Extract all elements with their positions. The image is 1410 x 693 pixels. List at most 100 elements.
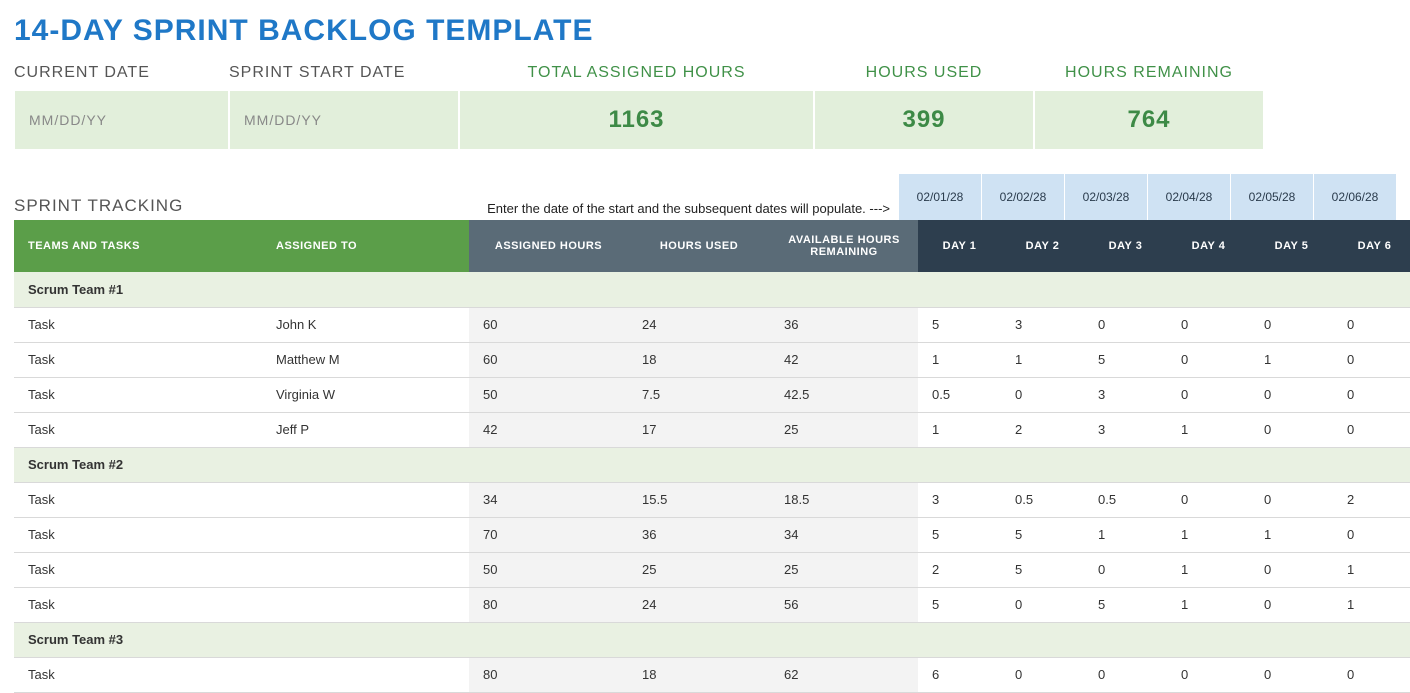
date-cell[interactable]: 02/02/28 xyxy=(981,174,1064,220)
task-cell[interactable]: 80 xyxy=(469,657,628,692)
task-cell[interactable]: 0 xyxy=(1001,377,1084,412)
date-cell[interactable]: 02/04/28 xyxy=(1147,174,1230,220)
task-cell[interactable] xyxy=(262,657,469,692)
empty-cell[interactable] xyxy=(1001,272,1084,307)
task-cell[interactable]: 1 xyxy=(1250,342,1333,377)
task-cell[interactable]: 1 xyxy=(1250,517,1333,552)
empty-cell[interactable] xyxy=(628,272,770,307)
task-cell[interactable]: 6 xyxy=(918,657,1001,692)
task-cell[interactable]: 0 xyxy=(1001,587,1084,622)
task-cell[interactable]: 60 xyxy=(469,307,628,342)
task-cell[interactable]: 0 xyxy=(1250,552,1333,587)
task-cell[interactable]: 0 xyxy=(1250,657,1333,692)
task-cell[interactable]: 80 xyxy=(469,587,628,622)
empty-cell[interactable] xyxy=(469,272,628,307)
empty-cell[interactable] xyxy=(1250,447,1333,482)
task-cell[interactable]: Task xyxy=(14,657,262,692)
task-cell[interactable]: Task xyxy=(14,307,262,342)
empty-cell[interactable] xyxy=(1084,447,1167,482)
empty-cell[interactable] xyxy=(918,447,1001,482)
task-cell[interactable]: 7.5 xyxy=(628,377,770,412)
task-cell[interactable]: 24 xyxy=(628,587,770,622)
task-cell[interactable]: 0.5 xyxy=(1084,482,1167,517)
empty-cell[interactable] xyxy=(262,622,469,657)
task-cell[interactable]: 0 xyxy=(1333,657,1410,692)
task-cell[interactable]: 5 xyxy=(918,307,1001,342)
task-cell[interactable]: 1 xyxy=(1167,412,1250,447)
empty-cell[interactable] xyxy=(1001,622,1084,657)
team-label-cell[interactable]: Scrum Team #3 xyxy=(14,622,262,657)
task-cell[interactable]: 42 xyxy=(770,342,918,377)
task-cell[interactable]: Task xyxy=(14,377,262,412)
task-cell[interactable]: 2 xyxy=(1333,482,1410,517)
task-cell[interactable]: 0.5 xyxy=(1001,482,1084,517)
sprint-start-input[interactable]: MM/DD/YY xyxy=(229,90,459,150)
task-cell[interactable]: 15.5 xyxy=(628,482,770,517)
empty-cell[interactable] xyxy=(628,622,770,657)
task-cell[interactable]: 1 xyxy=(1333,552,1410,587)
task-cell[interactable]: 5 xyxy=(918,517,1001,552)
task-cell[interactable]: 0 xyxy=(1167,482,1250,517)
task-cell[interactable]: 2 xyxy=(918,552,1001,587)
task-cell[interactable]: 18.5 xyxy=(770,482,918,517)
task-cell[interactable]: 3 xyxy=(918,482,1001,517)
task-cell[interactable]: 24 xyxy=(628,307,770,342)
empty-cell[interactable] xyxy=(262,447,469,482)
task-cell[interactable]: 1 xyxy=(918,342,1001,377)
empty-cell[interactable] xyxy=(918,272,1001,307)
task-cell[interactable]: 1 xyxy=(1167,517,1250,552)
empty-cell[interactable] xyxy=(469,447,628,482)
task-cell[interactable]: 0 xyxy=(1250,377,1333,412)
task-cell[interactable]: 0 xyxy=(1167,657,1250,692)
empty-cell[interactable] xyxy=(1250,272,1333,307)
task-cell[interactable]: 36 xyxy=(628,517,770,552)
task-cell[interactable]: 0 xyxy=(1333,517,1410,552)
task-cell[interactable] xyxy=(262,587,469,622)
task-cell[interactable]: 3 xyxy=(1084,377,1167,412)
task-cell[interactable]: 0 xyxy=(1333,342,1410,377)
empty-cell[interactable] xyxy=(1333,447,1410,482)
task-cell[interactable]: 1 xyxy=(918,412,1001,447)
task-cell[interactable]: 5 xyxy=(1001,517,1084,552)
task-cell[interactable]: 36 xyxy=(770,307,918,342)
task-cell[interactable]: 25 xyxy=(628,552,770,587)
task-cell[interactable]: 50 xyxy=(469,552,628,587)
task-cell[interactable]: 56 xyxy=(770,587,918,622)
empty-cell[interactable] xyxy=(918,622,1001,657)
task-cell[interactable]: Task xyxy=(14,517,262,552)
task-cell[interactable]: 62 xyxy=(770,657,918,692)
task-cell[interactable]: Task xyxy=(14,412,262,447)
task-cell[interactable] xyxy=(262,517,469,552)
task-cell[interactable]: 1 xyxy=(1167,552,1250,587)
task-cell[interactable]: 0.5 xyxy=(918,377,1001,412)
task-cell[interactable]: 18 xyxy=(628,657,770,692)
task-cell[interactable]: Task xyxy=(14,482,262,517)
empty-cell[interactable] xyxy=(1167,272,1250,307)
task-cell[interactable]: 17 xyxy=(628,412,770,447)
empty-cell[interactable] xyxy=(1167,447,1250,482)
empty-cell[interactable] xyxy=(1250,622,1333,657)
task-cell[interactable]: 5 xyxy=(1084,342,1167,377)
task-cell[interactable]: 2 xyxy=(1001,412,1084,447)
task-cell[interactable]: 5 xyxy=(1001,552,1084,587)
task-cell[interactable]: 1 xyxy=(1167,587,1250,622)
task-cell[interactable]: 0 xyxy=(1250,307,1333,342)
task-cell[interactable]: 0 xyxy=(1084,307,1167,342)
current-date-input[interactable]: MM/DD/YY xyxy=(14,90,229,150)
date-cell[interactable]: 02/01/28 xyxy=(898,174,981,220)
task-cell[interactable]: 0 xyxy=(1333,377,1410,412)
team-label-cell[interactable]: Scrum Team #2 xyxy=(14,447,262,482)
task-cell[interactable]: 34 xyxy=(770,517,918,552)
task-cell[interactable]: John K xyxy=(262,307,469,342)
empty-cell[interactable] xyxy=(1333,272,1410,307)
task-cell[interactable]: 0 xyxy=(1333,412,1410,447)
task-cell[interactable]: 0 xyxy=(1167,377,1250,412)
empty-cell[interactable] xyxy=(1001,447,1084,482)
task-cell[interactable]: Jeff P xyxy=(262,412,469,447)
task-cell[interactable]: 1 xyxy=(1333,587,1410,622)
task-cell[interactable]: 0 xyxy=(1001,657,1084,692)
task-cell[interactable]: 0 xyxy=(1333,307,1410,342)
task-cell[interactable]: Task xyxy=(14,552,262,587)
task-cell[interactable]: 60 xyxy=(469,342,628,377)
task-cell[interactable]: 50 xyxy=(469,377,628,412)
